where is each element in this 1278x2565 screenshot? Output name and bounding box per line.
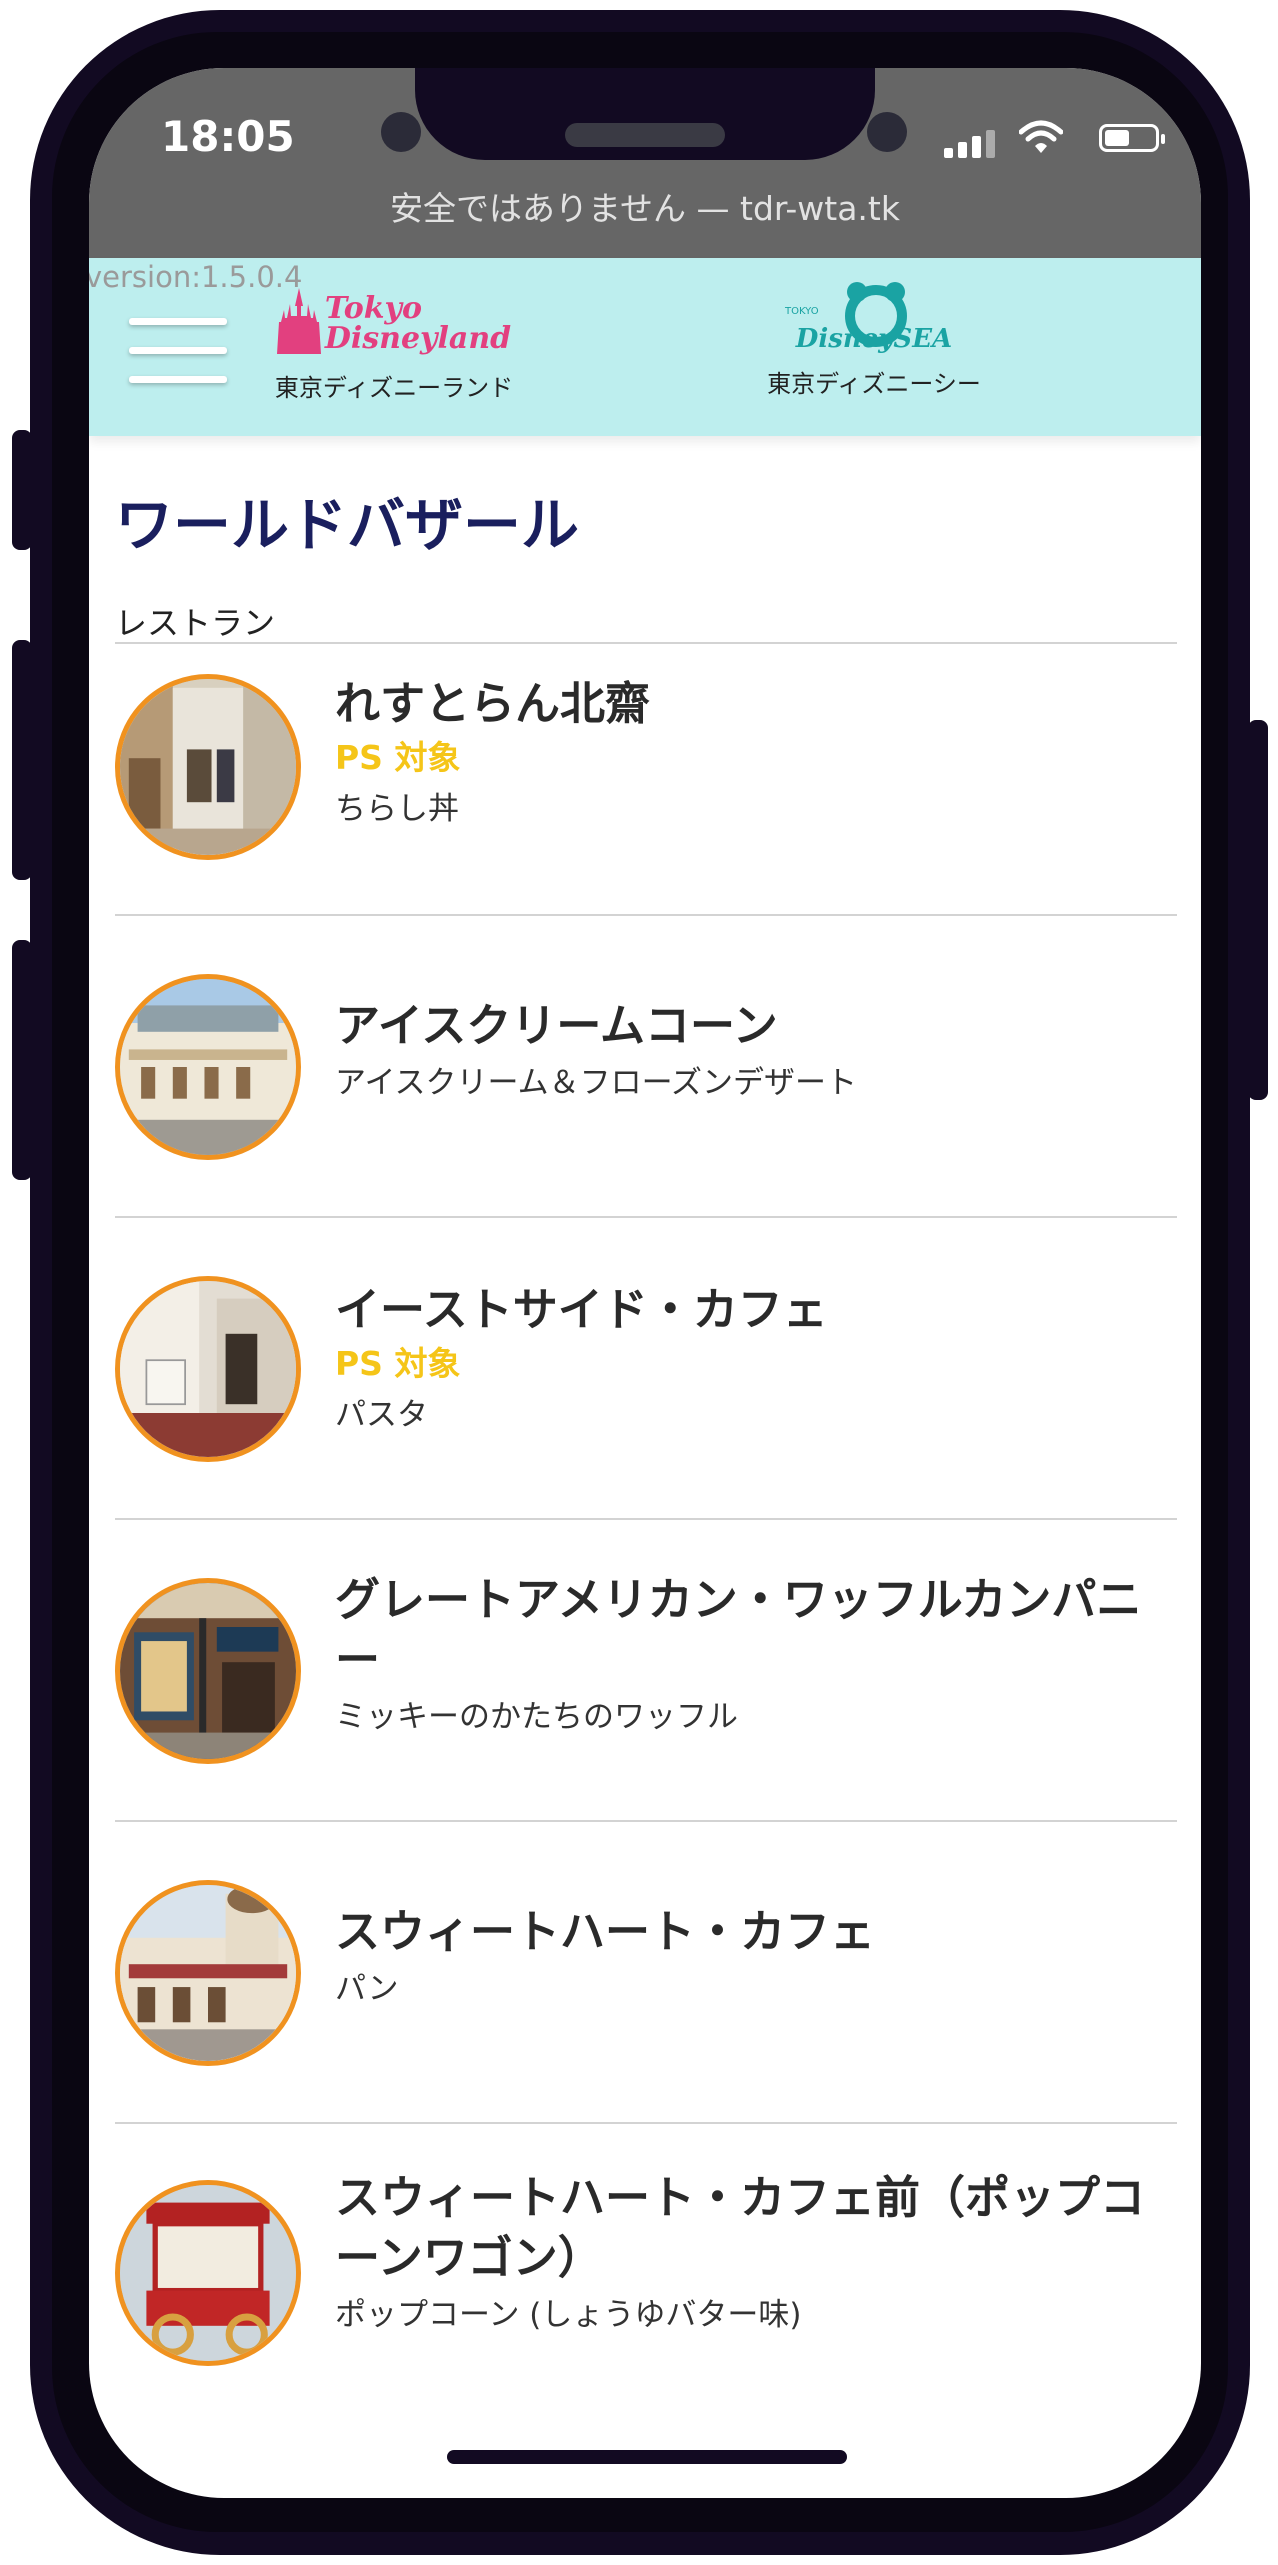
restaurant-item[interactable]: イーストサイド・カフェ PS 対象 パスタ xyxy=(115,1218,1177,1520)
logo-text-disneyland: Disneyland xyxy=(324,321,512,356)
tokyo-disneysea-logo: TOKYO DisneySEA xyxy=(749,282,999,354)
cellular-signal-icon xyxy=(944,130,995,158)
restaurant-name: アイスクリームコーン xyxy=(335,999,778,1052)
mickey-lifebuoy-icon xyxy=(845,282,907,347)
restaurant-item[interactable]: スウィートハート・カフェ パン xyxy=(115,1822,1177,2124)
status-time: 18:05 xyxy=(161,112,295,161)
speaker-grille xyxy=(565,123,725,147)
restaurant-name: れすとらん北齋 xyxy=(335,677,651,730)
app-header: version:1.5.0.4 Tokyo Disneyland 東京ディズニー… xyxy=(89,258,1201,436)
restaurant-description: パン xyxy=(335,1971,399,2007)
park-label-disneysea: 東京ディズニーシー xyxy=(767,370,981,398)
ps-badge: PS 対象 xyxy=(335,738,461,777)
status-bar: 18:05 安全ではありません — tdr-wta.tk xyxy=(89,68,1201,258)
restaurant-item[interactable]: れすとらん北齋 PS 対象 ちらし丼 xyxy=(115,644,1177,916)
section-label: レストラン xyxy=(115,604,276,642)
front-camera-icon xyxy=(867,112,907,152)
front-sensor-icon xyxy=(381,112,421,152)
restaurant-item[interactable]: アイスクリームコーン アイスクリーム＆フローズンデザート xyxy=(115,916,1177,1218)
mute-switch xyxy=(12,430,32,550)
restaurant-name: スウィートハート・カフェ前（ポップコーンワゴン） xyxy=(335,2171,1146,2284)
restaurant-description: アイスクリーム＆フローズンデザート xyxy=(335,1065,858,1101)
address-bar[interactable]: 安全ではありません — tdr-wta.tk xyxy=(89,182,1201,230)
phone-screen: 18:05 安全ではありません — tdr-wta.tk version:1.5… xyxy=(89,68,1201,2498)
main-content: ワールドバザール レストラン れすとらん北齋 PS 対象 ちらし丼 アイスクリー… xyxy=(115,436,1177,2424)
restaurant-description: パスタ xyxy=(335,1397,428,1433)
home-indicator[interactable] xyxy=(447,2450,847,2464)
logo-text-tokyo-small: TOKYO xyxy=(785,306,819,317)
page-title: ワールドバザール xyxy=(115,491,580,559)
restaurant-name: スウィートハート・カフェ xyxy=(335,1905,876,1958)
restaurant-thumbnail xyxy=(115,2180,301,2366)
restaurant-thumbnail xyxy=(115,1880,301,2066)
restaurant-thumbnail xyxy=(115,674,301,860)
restaurant-name: グレートアメリカン・ワッフルカンパニー xyxy=(335,1573,1142,1686)
restaurant-thumbnail xyxy=(115,974,301,1160)
wifi-icon xyxy=(1019,120,1063,153)
restaurant-description: ミッキーのかたちのワッフル xyxy=(335,1699,738,1735)
restaurant-item[interactable]: スウィートハート・カフェ前（ポップコーンワゴン） ポップコーン (しょうゆバター… xyxy=(115,2124,1177,2424)
park-label-disneyland: 東京ディズニーランド xyxy=(274,374,514,402)
restaurant-name: イーストサイド・カフェ xyxy=(335,1283,828,1336)
park-tab-disneysea[interactable]: TOKYO DisneySEA 東京ディズニーシー xyxy=(749,282,999,399)
restaurant-item[interactable]: グレートアメリカン・ワッフルカンパニー ミッキーのかたちのワッフル xyxy=(115,1520,1177,1822)
hamburger-menu-button[interactable] xyxy=(129,314,227,388)
tokyo-disneyland-logo: Tokyo Disneyland xyxy=(276,284,512,356)
castle-icon xyxy=(276,288,321,354)
park-tab-disneyland[interactable]: Tokyo Disneyland 東京ディズニーランド xyxy=(259,284,529,403)
restaurant-description: ポップコーン (しょうゆバター味) xyxy=(335,2297,802,2333)
logo-text-tokyo: Tokyo xyxy=(324,291,422,326)
battery-icon xyxy=(1099,124,1165,152)
restaurant-thumbnail xyxy=(115,1578,301,1764)
volume-up-button xyxy=(12,640,32,880)
restaurant-thumbnail xyxy=(115,1276,301,1462)
volume-down-button xyxy=(12,940,32,1180)
restaurant-description: ちらし丼 xyxy=(335,791,459,827)
ps-badge: PS 対象 xyxy=(335,1344,461,1383)
power-button xyxy=(1248,720,1268,1100)
